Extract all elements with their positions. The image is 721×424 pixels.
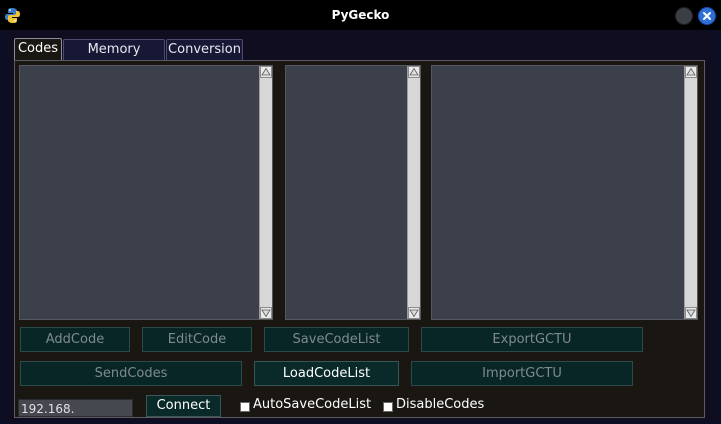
send-codes-button[interactable]: SendCodes xyxy=(20,361,242,386)
add-code-button[interactable]: AddCode xyxy=(20,327,130,352)
code-list-scrollbar[interactable] xyxy=(259,66,272,319)
triangle-up-icon[interactable] xyxy=(685,66,697,78)
main-window: Codes Memory Viewer Conversion xyxy=(6,31,715,421)
edit-code-button[interactable]: EditCode xyxy=(142,327,252,352)
auto-save-code-list-checkbox[interactable] xyxy=(240,402,250,412)
tab-conversion[interactable]: Conversion xyxy=(166,39,243,60)
close-icon[interactable] xyxy=(698,7,716,25)
code-list[interactable] xyxy=(19,65,273,320)
code-address-list-scrollbar[interactable] xyxy=(407,66,420,319)
disable-codes-label: DisableCodes xyxy=(396,397,485,412)
code-details-list[interactable] xyxy=(431,65,698,320)
import-gctu-button[interactable]: ImportGCTU xyxy=(411,361,633,386)
load-code-list-button[interactable]: LoadCodeList xyxy=(254,361,399,386)
tab-codes[interactable]: Codes xyxy=(14,38,62,61)
save-code-list-button[interactable]: SaveCodeList xyxy=(264,327,409,352)
window-title: PyGecko xyxy=(331,8,390,22)
connect-button[interactable]: Connect xyxy=(146,395,221,417)
triangle-down-icon[interactable] xyxy=(408,307,420,319)
code-address-list[interactable] xyxy=(285,65,421,320)
title-bar[interactable]: PyGecko xyxy=(0,0,721,30)
triangle-up-icon[interactable] xyxy=(408,66,420,78)
codes-panel: AddCode EditCode SaveCodeList ExportGCTU… xyxy=(14,60,705,418)
export-gctu-button[interactable]: ExportGCTU xyxy=(421,327,643,352)
auto-save-code-list-label: AutoSaveCodeList xyxy=(253,397,372,412)
minimize-icon[interactable] xyxy=(675,7,693,25)
triangle-down-icon[interactable] xyxy=(260,307,272,319)
triangle-up-icon[interactable] xyxy=(260,66,272,78)
triangle-down-icon[interactable] xyxy=(685,307,697,319)
ip-address-input[interactable]: 192.168. xyxy=(18,399,133,417)
tab-memory-viewer[interactable]: Memory Viewer xyxy=(63,39,165,77)
disable-codes-checkbox[interactable] xyxy=(383,402,393,412)
code-details-list-scrollbar[interactable] xyxy=(684,66,697,319)
